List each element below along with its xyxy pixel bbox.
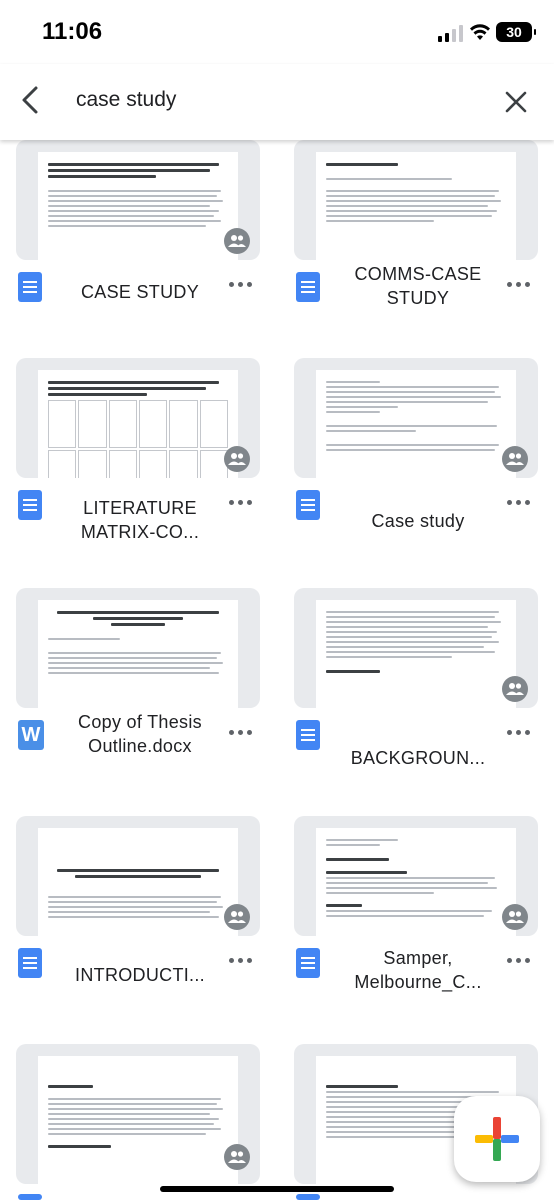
document-preview (316, 152, 516, 260)
google-docs-icon (18, 1194, 42, 1200)
file-card[interactable]: CASE STUDY (16, 140, 260, 340)
file-thumbnail[interactable] (16, 816, 260, 936)
more-options-icon[interactable] (224, 272, 256, 296)
file-title: BACKGROUN... (350, 748, 486, 768)
file-title: COMMS-CASE STUDY (354, 264, 482, 308)
shared-people-icon (502, 676, 528, 702)
google-docs-icon (296, 948, 320, 978)
file-thumbnail[interactable] (294, 816, 538, 936)
file-thumbnail[interactable] (294, 140, 538, 260)
file-card[interactable]: COMMS-CASE STUDY (294, 140, 538, 340)
more-options-icon[interactable] (224, 948, 256, 972)
document-preview (38, 1056, 238, 1184)
new-file-button[interactable] (454, 1096, 540, 1182)
file-title: Copy of Thesis Outline.docx (78, 712, 202, 756)
shared-people-icon (224, 228, 250, 254)
more-options-icon[interactable] (502, 948, 534, 972)
search-input[interactable]: case study (76, 88, 176, 112)
google-docs-icon (18, 490, 42, 520)
word-file-icon: W (18, 720, 44, 750)
file-title: CASE STUDY (80, 282, 200, 302)
file-title: Samper, Melbourne_C... (354, 948, 482, 992)
file-thumbnail[interactable] (16, 140, 260, 260)
shared-people-icon (224, 904, 250, 930)
search-bar: case study (0, 64, 554, 140)
file-thumbnail[interactable] (16, 588, 260, 708)
file-card[interactable]: Samper, Melbourne_C... (294, 816, 538, 1016)
battery-level: 30 (506, 24, 522, 40)
status-time: 11:06 (42, 18, 103, 45)
google-docs-icon (18, 272, 42, 302)
google-docs-icon (296, 490, 320, 520)
more-options-icon[interactable] (502, 720, 534, 744)
close-icon[interactable] (498, 84, 534, 120)
file-title: INTRODUCTI... (75, 965, 205, 985)
google-docs-icon (296, 1194, 320, 1200)
file-title: LITERATURE MATRIX-CO... (80, 498, 200, 542)
file-card[interactable]: INTRODUCTI... (16, 816, 260, 1016)
shared-people-icon (224, 1144, 250, 1170)
document-preview (38, 152, 238, 260)
more-options-icon[interactable] (224, 490, 256, 514)
more-options-icon[interactable] (502, 490, 534, 514)
google-docs-icon (18, 948, 42, 978)
document-preview (38, 600, 238, 708)
document-preview (38, 370, 238, 478)
file-card[interactable]: BACKGROUN... (294, 588, 538, 788)
more-options-icon[interactable] (502, 272, 534, 296)
file-thumbnail[interactable] (294, 588, 538, 708)
status-bar: 11:06 30 (0, 0, 554, 64)
shared-people-icon (224, 446, 250, 472)
file-thumbnail[interactable] (16, 1044, 260, 1184)
file-thumbnail[interactable] (16, 358, 260, 478)
document-preview (316, 828, 516, 936)
wifi-icon (470, 24, 490, 40)
back-arrow-icon[interactable] (14, 82, 50, 118)
more-options-icon[interactable] (224, 720, 256, 744)
file-title: Case study (371, 511, 465, 531)
document-preview (316, 370, 516, 478)
shared-people-icon (502, 446, 528, 472)
battery-indicator: 30 (496, 22, 536, 42)
home-indicator (160, 1186, 394, 1192)
google-docs-icon (296, 720, 320, 750)
google-docs-icon (296, 272, 320, 302)
file-thumbnail[interactable] (294, 358, 538, 478)
cellular-signal-icon (438, 24, 463, 42)
file-card[interactable] (16, 1044, 260, 1200)
file-card[interactable]: Case study (294, 358, 538, 558)
document-preview (38, 828, 238, 936)
file-card[interactable]: W Copy of Thesis Outline.docx (16, 588, 260, 788)
file-card[interactable]: LITERATURE MATRIX-CO... (16, 358, 260, 558)
document-preview (316, 600, 516, 708)
shared-people-icon (502, 904, 528, 930)
plus-icon (475, 1117, 519, 1161)
